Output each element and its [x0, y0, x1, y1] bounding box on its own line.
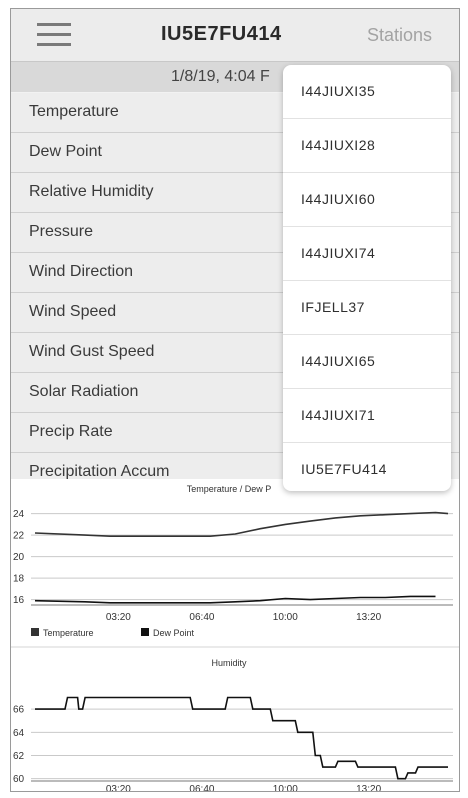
hamburger-menu-icon[interactable] — [37, 23, 71, 47]
x-tick-label: 13:20 — [356, 612, 381, 623]
station-option[interactable]: IU5E7FU414 — [283, 443, 451, 491]
x-tick-label: 13:20 — [356, 784, 381, 791]
stations-button[interactable]: Stations — [367, 25, 432, 46]
row-label: Temperature — [29, 103, 119, 120]
observation-timestamp: 1/8/19, 4:04 F — [171, 68, 270, 85]
y-tick-label: 18 — [13, 574, 25, 585]
y-tick-label: 66 — [13, 705, 25, 716]
station-option-label: I44JIUXI65 — [301, 353, 376, 369]
y-tick-label: 20 — [13, 552, 25, 563]
station-option[interactable]: I44JIUXI71 — [283, 389, 451, 443]
top-bar: IU5E7FU414 Stations — [11, 9, 459, 62]
station-option-label: IU5E7FU414 — [301, 461, 387, 477]
app-frame: IU5E7FU414 Stations 1/8/19, 4:04 F Tempe… — [10, 8, 460, 792]
series-line — [35, 696, 448, 780]
row-label: Solar Radiation — [29, 383, 139, 400]
x-tick-label: 06:40 — [189, 612, 214, 623]
row-label: Pressure — [29, 223, 94, 240]
station-option[interactable]: I44JIUXI60 — [283, 173, 451, 227]
y-tick-label: 62 — [13, 751, 25, 762]
y-tick-label: 24 — [13, 509, 25, 520]
x-tick-label: 10:00 — [273, 612, 298, 623]
legend-label: Dew Point — [153, 628, 195, 638]
row-label: Precip Rate — [29, 423, 113, 440]
station-option-label: I44JIUXI71 — [301, 407, 376, 423]
station-option[interactable]: I44JIUXI28 — [283, 119, 451, 173]
legend-swatch — [141, 628, 149, 636]
legend-swatch — [31, 628, 39, 636]
x-tick-label: 03:20 — [106, 612, 131, 623]
station-option-label: I44JIUXI35 — [301, 83, 376, 99]
x-tick-label: 10:00 — [273, 784, 298, 791]
y-tick-label: 60 — [13, 774, 25, 785]
stations-dropdown: I44JIUXI35 I44JIUXI28 I44JIUXI60 I44JIUX… — [283, 65, 451, 491]
charts-panel: Temperature / Dew P 16 18 20 22 24 03:20 06:40 1… — [11, 479, 459, 791]
station-option[interactable]: I44JIUXI35 — [283, 65, 451, 119]
y-tick-label: 22 — [13, 531, 25, 542]
row-label: Wind Speed — [29, 303, 117, 320]
row-label: Relative Humidity — [29, 183, 154, 200]
series-line — [34, 511, 449, 537]
station-option-label: I44JIUXI74 — [301, 245, 376, 261]
station-option-label: I44JIUXI28 — [301, 137, 376, 153]
station-option[interactable]: I44JIUXI65 — [283, 335, 451, 389]
legend-label: Temperature — [43, 628, 94, 638]
station-option-label: IFJELL37 — [301, 299, 365, 315]
station-title: IU5E7FU414 — [161, 23, 282, 45]
chart-title: Temperature / Dew P — [187, 484, 272, 494]
row-label: Dew Point — [29, 143, 102, 160]
station-option-label: I44JIUXI60 — [301, 191, 376, 207]
chart-title: Humidity — [211, 658, 247, 668]
x-tick-label: 06:40 — [189, 784, 214, 791]
y-tick-label: 16 — [13, 595, 25, 606]
station-option[interactable]: IFJELL37 — [283, 281, 451, 335]
x-tick-label: 03:20 — [106, 784, 131, 791]
row-label: Wind Direction — [29, 263, 134, 280]
station-option[interactable]: I44JIUXI74 — [283, 227, 451, 281]
charts-svg: Temperature / Dew P 16 18 20 22 24 03:20 06:40 1… — [11, 484, 459, 791]
row-label: Wind Gust Speed — [29, 343, 155, 360]
y-tick-label: 64 — [13, 728, 25, 739]
